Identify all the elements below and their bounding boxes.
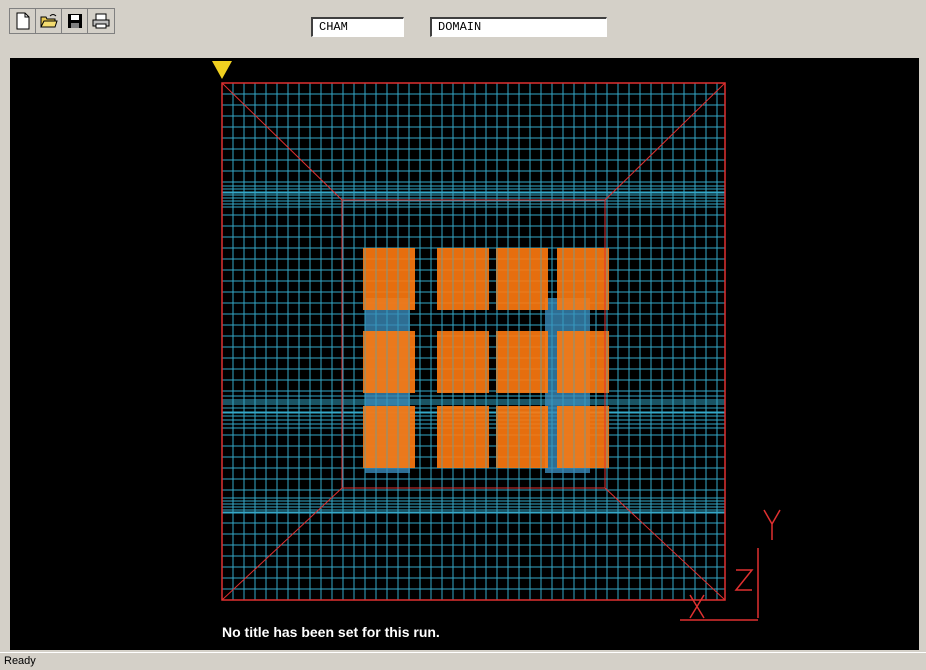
status-text: Ready	[4, 655, 36, 667]
component-block[interactable]	[363, 331, 415, 393]
file-toolbar	[9, 8, 115, 34]
domain-field[interactable]: DOMAIN	[430, 17, 607, 37]
domain-grid-view[interactable]	[10, 58, 919, 650]
new-file-button[interactable]	[10, 9, 36, 33]
component-block[interactable]	[557, 406, 609, 468]
component-block[interactable]	[437, 248, 489, 310]
open-button[interactable]	[36, 9, 62, 33]
new-file-icon	[16, 12, 29, 30]
component-block[interactable]	[557, 248, 609, 310]
component-block[interactable]	[496, 248, 548, 310]
save-icon	[67, 14, 82, 28]
component-block[interactable]	[496, 406, 548, 468]
open-folder-icon	[39, 14, 58, 28]
diagonal-line	[221, 487, 343, 601]
component-blocks	[221, 248, 718, 473]
component-block[interactable]	[557, 331, 609, 393]
probe-marker-icon[interactable]	[212, 61, 232, 79]
status-bar: Ready	[0, 652, 926, 670]
cham-field[interactable]: CHAM	[311, 17, 404, 37]
print-icon	[92, 13, 110, 29]
component-block[interactable]	[363, 248, 415, 310]
save-button[interactable]	[62, 9, 88, 33]
print-button[interactable]	[88, 9, 114, 33]
component-block[interactable]	[496, 331, 548, 393]
graphics-viewport[interactable]: No title has been set for this run.	[10, 58, 919, 650]
component-block[interactable]	[363, 406, 415, 468]
toolbar: CHAM DOMAIN	[0, 0, 926, 46]
diagonal-line	[604, 487, 726, 601]
component-block[interactable]	[437, 331, 489, 393]
component-block[interactable]	[437, 406, 489, 468]
run-title: No title has been set for this run.	[222, 624, 440, 640]
